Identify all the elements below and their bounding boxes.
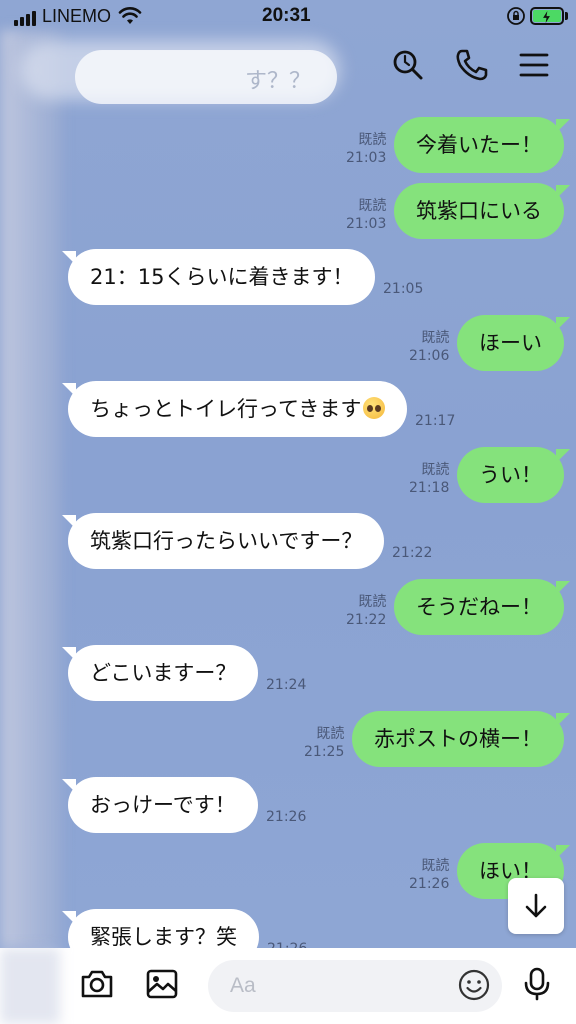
pleading-face-emoji: [363, 397, 386, 419]
message-text: どこいますー？: [90, 661, 237, 685]
chat-background: す？？ 今着いたー！ 既読 21:03 筑紫口にいる 既読 21:03 21：15くらいに着…: [0, 0, 576, 948]
read-receipt: 既読: [421, 330, 450, 346]
message-text: そうだねー！: [416, 595, 542, 619]
blurred-region: [0, 948, 60, 1024]
read-receipt: 既読: [421, 462, 450, 478]
message-text: 緊張します？笑: [90, 925, 237, 948]
message-text: うい！: [479, 463, 542, 487]
message-time: 21:26: [267, 941, 307, 948]
bubble-tail: [62, 251, 76, 265]
bubble-tail: [556, 185, 570, 199]
outgoing-message[interactable]: 今着いたー！: [394, 117, 564, 173]
read-receipt: 既読: [358, 198, 387, 214]
clock: 20:31: [262, 5, 311, 26]
image-icon[interactable]: [144, 966, 180, 1002]
blurred-avatar-column: [0, 30, 62, 948]
message-text: ちょっとトイレ行ってきます: [90, 397, 362, 421]
scroll-to-bottom-button[interactable]: [508, 878, 564, 934]
read-receipt: 既読: [358, 594, 387, 610]
signal-icon: [14, 11, 36, 26]
message-text: 今着いたー！: [416, 133, 542, 157]
message-text: 赤ポストの横ー！: [374, 727, 542, 751]
battery-icon: [530, 7, 564, 25]
wifi-icon: [118, 7, 142, 24]
carrier-name: LINEMO: [42, 6, 112, 26]
outgoing-message[interactable]: ほーい: [457, 315, 564, 371]
bubble-tail: [62, 383, 76, 397]
message-time: 21:18: [409, 480, 450, 496]
message-time: 21:22: [346, 612, 387, 628]
read-receipt: 既読: [421, 858, 450, 874]
menu-icon[interactable]: [516, 47, 552, 83]
incoming-message[interactable]: おっけーです！: [68, 777, 258, 833]
message-meta: 既読 21:18: [409, 461, 449, 497]
camera-icon[interactable]: [79, 966, 115, 1002]
microphone-icon[interactable]: [519, 966, 555, 1002]
bubble-tail: [556, 845, 570, 859]
outgoing-message[interactable]: そうだねー！: [394, 579, 564, 635]
outgoing-message[interactable]: うい！: [457, 447, 564, 503]
outgoing-message[interactable]: 筑紫口にいる: [394, 183, 564, 239]
message-meta: 既読 21:22: [346, 593, 386, 629]
bubble-tail: [556, 449, 570, 463]
message-time: 21:03: [346, 150, 387, 166]
message-text: おっけーです！: [90, 793, 236, 817]
message-text: 筑紫口行ったらいいですー？: [90, 529, 363, 553]
phone-icon[interactable]: [454, 47, 490, 83]
status-bar: LINEMO 20:31: [0, 0, 576, 34]
incoming-message[interactable]: ちょっとトイレ行ってきます: [68, 381, 408, 437]
emoji-icon[interactable]: [457, 968, 491, 1002]
rotation-lock-icon: [507, 7, 525, 25]
message-text: 筑紫口にいる: [416, 199, 542, 223]
message-time: 21:06: [409, 348, 450, 364]
message-time: 21:05: [383, 281, 424, 297]
message-time: 21:26: [266, 809, 307, 825]
bubble-tail: [556, 119, 570, 133]
message-time: 21:22: [392, 545, 433, 561]
message-time: 21:25: [304, 744, 345, 760]
message-time: 21:03: [346, 216, 387, 232]
read-receipt: 既読: [358, 132, 387, 148]
search-icon[interactable]: [390, 47, 426, 83]
charging-bolt-icon: [543, 11, 550, 23]
incoming-message[interactable]: 21：15くらいに着きます！: [68, 249, 376, 305]
incoming-message[interactable]: 緊張します？笑: [68, 909, 259, 948]
battery-tip: [565, 12, 568, 20]
message-meta: 既読 21:03: [346, 197, 386, 233]
read-receipt: 既読: [316, 726, 345, 742]
bubble-tail: [556, 317, 570, 331]
message-time: 21:24: [266, 677, 307, 693]
bubble-tail: [556, 581, 570, 595]
bubble-tail: [556, 713, 570, 727]
message-text: 21：15くらいに着きます！: [90, 265, 354, 289]
partial-message-text: す？？: [245, 69, 312, 94]
incoming-message[interactable]: 筑紫口行ったらいいですー？: [68, 513, 385, 569]
message-meta: 既読 21:03: [346, 131, 386, 167]
message-text: ほーい: [479, 331, 542, 355]
message-time: 21:26: [409, 876, 450, 892]
outgoing-message[interactable]: 赤ポストの横ー！: [352, 711, 564, 767]
message-meta: 既読 21:25: [304, 725, 344, 761]
message-input-bar: [0, 948, 576, 1024]
incoming-message[interactable]: どこいますー？: [68, 645, 259, 701]
message-meta: 既読 21:26: [409, 857, 449, 893]
message-meta: 既読 21:06: [409, 329, 449, 365]
message-time: 21:17: [415, 413, 456, 429]
arrow-down-icon: [525, 893, 547, 918]
